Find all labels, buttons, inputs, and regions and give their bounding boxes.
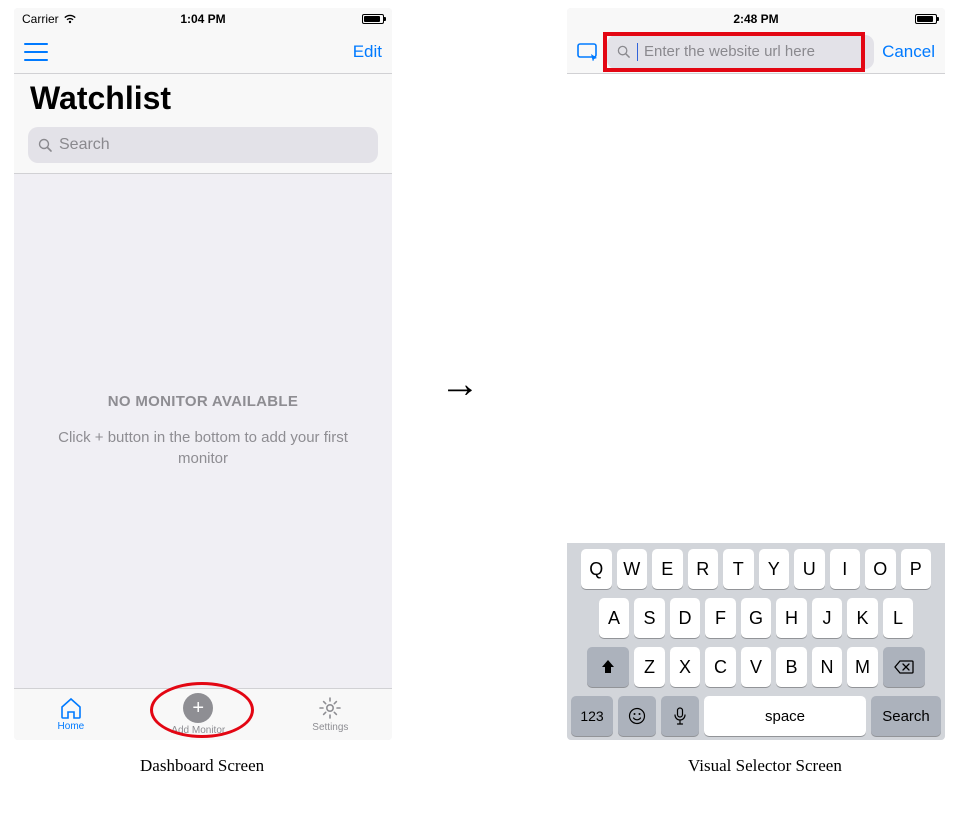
tab-home-label: Home	[58, 721, 85, 732]
url-input[interactable]: Enter the website url here	[607, 35, 874, 69]
gear-icon	[318, 696, 342, 720]
key-h[interactable]: H	[776, 598, 807, 638]
key-w[interactable]: W	[617, 549, 648, 589]
key-k[interactable]: K	[847, 598, 878, 638]
shift-icon	[600, 659, 616, 675]
key-s[interactable]: S	[634, 598, 665, 638]
wifi-icon	[63, 14, 77, 24]
arrow-icon: →	[440, 362, 480, 407]
key-v[interactable]: V	[741, 647, 772, 687]
url-placeholder: Enter the website url here	[644, 43, 815, 60]
key-t[interactable]: T	[723, 549, 754, 589]
key-l[interactable]: L	[883, 598, 914, 638]
visual-selector-icon[interactable]	[577, 43, 599, 61]
home-icon	[59, 697, 83, 719]
dashboard-phone: Carrier 1:04 PM Edit Watchlist Search NO…	[14, 8, 392, 740]
keyboard-row-1: QWERTYUIOP	[571, 549, 941, 589]
tab-home[interactable]: Home	[58, 697, 85, 732]
key-c[interactable]: C	[705, 647, 736, 687]
numbers-key[interactable]: 123	[571, 696, 613, 736]
tab-settings[interactable]: Settings	[312, 696, 348, 733]
caption-selector: Visual Selector Screen	[688, 756, 842, 776]
selector-phone: 2:48 PM Enter the website url here Cance…	[567, 8, 945, 740]
key-r[interactable]: R	[688, 549, 719, 589]
keyboard-row-bottom: 123 space Search	[571, 696, 941, 736]
tab-bar: Home + Add Monitor Settings	[14, 688, 392, 740]
text-cursor	[637, 43, 638, 61]
key-z[interactable]: Z	[634, 647, 665, 687]
tab-add-monitor[interactable]: + Add Monitor	[171, 693, 225, 736]
search-icon	[38, 138, 53, 153]
caption-dashboard: Dashboard Screen	[140, 756, 264, 776]
nav-bar: Edit	[14, 30, 392, 74]
edit-button[interactable]: Edit	[353, 42, 382, 62]
key-d[interactable]: D	[670, 598, 701, 638]
key-q[interactable]: Q	[581, 549, 612, 589]
page-title: Watchlist	[14, 74, 392, 127]
status-bar: Carrier 1:04 PM	[14, 8, 392, 30]
emoji-key[interactable]	[618, 696, 656, 736]
keyboard-row-3: ZXCVBNM	[571, 647, 941, 687]
key-o[interactable]: O	[865, 549, 896, 589]
empty-state: NO MONITOR AVAILABLE Click + button in t…	[14, 174, 392, 688]
search-icon	[617, 45, 631, 59]
search-wrap: Search	[14, 127, 392, 174]
status-bar: 2:48 PM	[567, 8, 945, 30]
empty-subtitle: Click + button in the bottom to add your…	[38, 428, 368, 469]
search-placeholder: Search	[59, 136, 110, 154]
tab-settings-label: Settings	[312, 722, 348, 733]
keyboard: QWERTYUIOP ASDFGHJKL ZXCVBNM 123 space S…	[567, 543, 945, 740]
key-j[interactable]: J	[812, 598, 843, 638]
key-p[interactable]: P	[901, 549, 932, 589]
carrier-label: Carrier	[22, 12, 59, 26]
battery-icon	[362, 14, 384, 24]
key-b[interactable]: B	[776, 647, 807, 687]
shift-key[interactable]	[587, 647, 629, 687]
key-n[interactable]: N	[812, 647, 843, 687]
key-i[interactable]: I	[830, 549, 861, 589]
key-m[interactable]: M	[847, 647, 878, 687]
webview-area	[567, 74, 945, 543]
battery-icon	[915, 14, 937, 24]
cancel-button[interactable]: Cancel	[882, 42, 935, 62]
status-carrier: Carrier	[22, 12, 77, 26]
backspace-key[interactable]	[883, 647, 925, 687]
key-f[interactable]: F	[705, 598, 736, 638]
mic-icon	[674, 707, 686, 725]
space-key[interactable]: space	[704, 696, 866, 736]
backspace-icon	[894, 660, 914, 674]
key-x[interactable]: X	[670, 647, 701, 687]
status-time: 1:04 PM	[180, 12, 225, 26]
key-a[interactable]: A	[599, 598, 630, 638]
key-e[interactable]: E	[652, 549, 683, 589]
key-y[interactable]: Y	[759, 549, 790, 589]
emoji-icon	[628, 707, 646, 725]
search-key[interactable]: Search	[871, 696, 941, 736]
plus-icon: +	[183, 693, 213, 723]
nav-bar: Enter the website url here Cancel	[567, 30, 945, 74]
status-time: 2:48 PM	[733, 12, 778, 26]
dictation-key[interactable]	[661, 696, 699, 736]
empty-title: NO MONITOR AVAILABLE	[108, 393, 298, 410]
menu-icon[interactable]	[24, 43, 48, 61]
tab-add-label: Add Monitor	[171, 725, 225, 736]
keyboard-row-2: ASDFGHJKL	[571, 598, 941, 638]
key-g[interactable]: G	[741, 598, 772, 638]
search-input[interactable]: Search	[28, 127, 378, 163]
key-u[interactable]: U	[794, 549, 825, 589]
